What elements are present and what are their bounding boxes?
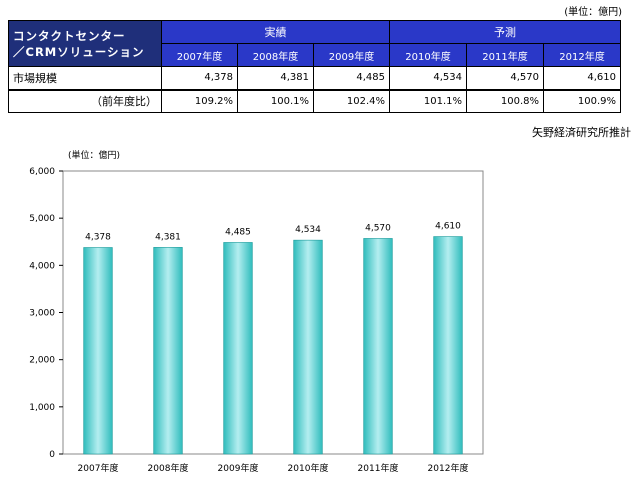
y-tick-label: 3,000: [29, 309, 55, 319]
plot-area: [62, 170, 484, 455]
yoy-cell: 102.4%: [312, 89, 391, 113]
market-size-table: コンタクトセンター ／CRMソリューション 実績 予測 2007年度 2008年…: [8, 20, 622, 113]
market-size-cell: 4,378: [161, 66, 238, 91]
row-label-yoy: （前年度比）: [8, 89, 162, 113]
bar: [223, 242, 253, 455]
y-tick-label: 6,000: [29, 167, 55, 177]
bar: [363, 238, 393, 455]
x-category-label: 2008年度: [148, 462, 189, 474]
y-tick-label: 2,000: [29, 356, 55, 366]
x-category-label: 2010年度: [288, 462, 329, 474]
yoy-cell: 100.1%: [237, 89, 314, 113]
data-label: 4,610: [435, 222, 461, 232]
yoy-cell: 100.8%: [466, 89, 545, 113]
table-row-market-size: 市場規模 4,378 4,381 4,485 4,534 4,570 4,610: [8, 66, 622, 91]
y-tick-label: 5,000: [29, 214, 55, 224]
y-tick-label: 0: [49, 450, 55, 460]
group-header-forecast: 予測: [389, 20, 622, 44]
year-header: 2009年度: [312, 43, 391, 67]
x-category-label: 2007年度: [78, 462, 119, 474]
x-category-label: 2009年度: [218, 462, 259, 474]
data-label: 4,485: [225, 227, 251, 237]
data-label: 4,378: [85, 233, 111, 243]
year-header: 2007年度: [161, 43, 238, 67]
yoy-cell: 101.1%: [389, 89, 468, 113]
y-tick-label: 4,000: [29, 261, 55, 271]
market-size-cell: 4,570: [466, 66, 545, 91]
data-label: 4,534: [295, 225, 321, 235]
y-tick-label: 1,000: [29, 403, 55, 413]
bar: [433, 236, 463, 455]
market-size-cell: 4,534: [389, 66, 468, 91]
year-header: 2011年度: [466, 43, 545, 67]
market-size-cell: 4,610: [543, 66, 622, 91]
market-size-cell: 4,485: [312, 66, 391, 91]
market-size-cell: 4,381: [237, 66, 314, 91]
year-header: 2010年度: [389, 43, 468, 67]
yoy-cell: 109.2%: [161, 89, 238, 113]
data-label: 4,570: [365, 223, 391, 233]
table-unit-label: (単位：億円): [564, 7, 622, 18]
bar: [293, 239, 323, 455]
yoy-cell: 100.9%: [543, 89, 622, 113]
year-header: 2008年度: [237, 43, 314, 67]
source-note: 矢野経済研究所推計: [532, 126, 631, 139]
row-label-market-size: 市場規模: [8, 66, 162, 91]
market-size-bar-chart: (単位：億円) 01,0002,0003,0004,0005,0006,000 …: [29, 149, 484, 474]
group-header-actual: 実績: [160, 20, 391, 44]
x-category-label: 2012年度: [428, 462, 469, 474]
bar: [83, 247, 113, 455]
data-label: 4,381: [155, 232, 181, 242]
corner-line-2: ／CRMソリューション: [13, 44, 145, 59]
x-category-label: 2011年度: [358, 462, 399, 474]
table-corner-header: コンタクトセンター ／CRMソリューション: [8, 20, 162, 67]
bar: [153, 247, 183, 455]
chart-unit-label: (単位：億円): [68, 149, 120, 161]
table-row-yoy: （前年度比） 109.2% 100.1% 102.4% 101.1% 100.8…: [8, 89, 622, 113]
year-header: 2012年度: [543, 43, 622, 67]
corner-line-1: コンタクトセンター: [13, 28, 126, 43]
